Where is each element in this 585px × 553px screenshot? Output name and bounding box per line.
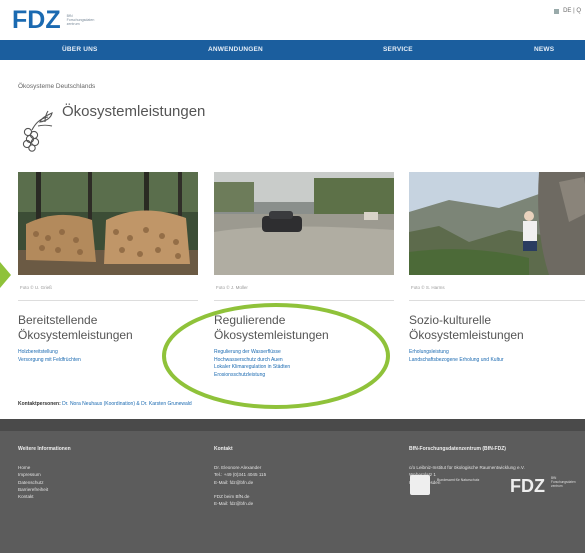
nav-item-ueber-uns[interactable]: ÜBER UNS (62, 40, 98, 60)
photo-caption: Foto © J. Müller (216, 285, 248, 290)
footer-link[interactable]: Impressum (18, 471, 48, 478)
photo-caption: Foto © S. Harms (411, 285, 445, 290)
footer-heading: Kontakt (214, 446, 233, 452)
top-bar: FDZ BfN Forschungsdaten zentrum DE | Q (0, 0, 585, 40)
divider (409, 300, 585, 301)
nav-item-service[interactable]: SERVICE (383, 40, 413, 60)
canyon-people-photo[interactable] (409, 172, 585, 275)
title-line: Ökosystemleistungen (409, 328, 524, 342)
service-link-list: Holzbereitstellung Versorgung mit Feldfr… (18, 349, 81, 364)
footer-link[interactable]: Barrierefreiheit (18, 486, 48, 493)
category-title-bereitstellende[interactable]: Bereitstellende Ökosystemleistungen (18, 313, 133, 343)
utility-text[interactable]: DE | Q (563, 8, 581, 14)
title-line: Sozio-kulturelle (409, 313, 492, 327)
title-line: Ökosystemleistungen (18, 328, 133, 342)
footer-link-list: Home Impressum Datenschutz Barrierefreih… (18, 464, 48, 500)
logo-subtitle: BfN Forschungsdaten zentrum (66, 13, 95, 27)
footer-link[interactable]: Home (18, 464, 48, 471)
footer-address-line: c/o Leibniz-Institut für ökologische Rau… (409, 465, 525, 470)
footer-contact-list: Dr. Eleonore Alexander Tel.: +49 (0)341 … (214, 464, 266, 508)
highlight-ellipse (162, 303, 390, 409)
footer-contact-line: Dr. Eleonore Alexander (214, 465, 262, 470)
footer-contact-line (214, 486, 266, 493)
photo-caption: Foto © U. Grieß (20, 285, 52, 290)
footer-fdz-logo[interactable]: FDZ (510, 476, 545, 497)
footer (0, 419, 585, 553)
page-title: Ökosystemleistungen (62, 103, 206, 120)
service-link[interactable]: Landschaftsbezogene Erholung und Kultur (409, 357, 504, 365)
firewood-photo[interactable] (18, 172, 198, 275)
footer-contact-line[interactable]: FDZ beim BfN.de (214, 493, 266, 500)
title-line: Bereitstellende (18, 313, 98, 327)
utility-links[interactable]: DE | Q (554, 8, 581, 14)
flood-street-photo[interactable] (214, 172, 394, 275)
footer-logo-subtitle: BfN Forschungsdaten zentrum (551, 476, 576, 488)
category-title-sozio-kulturelle[interactable]: Sozio-kulturelle Ökosystemleistungen (409, 313, 524, 343)
partner-name: Bundesamt für Naturschutz (437, 478, 480, 482)
nav-item-anwendungen[interactable]: ANWENDUNGEN (208, 40, 263, 60)
contact-label: Kontaktpersonen: (18, 401, 61, 407)
nav-item-news[interactable]: NEWS (534, 40, 554, 60)
footer-heading: Weitere Informationen (18, 446, 71, 452)
breadcrumb[interactable]: Ökosysteme Deutschlands (18, 83, 95, 90)
flower-icon (22, 110, 53, 152)
footer-strip (0, 419, 585, 431)
highlight-arrow (0, 262, 11, 288)
service-link[interactable]: Holzbereitstellung (18, 349, 81, 357)
main-navigation: ÜBER UNS ANWENDUNGEN SERVICE NEWS (0, 40, 585, 60)
footer-link[interactable]: Kontakt (18, 493, 48, 500)
service-link[interactable]: Erholungsleistung (409, 349, 504, 357)
footer-heading: BfN-Forschungsdatenzentrum (BfN-FDZ) (409, 446, 506, 452)
fdz-logo[interactable]: FDZ BfN Forschungsdaten zentrum (12, 6, 101, 34)
footer-contact-line[interactable]: E-Mail: fdz@bfn.de (214, 500, 266, 507)
logo-wordmark: FDZ (12, 6, 61, 34)
footer-contact-line: Tel.: +49 (0)341 4045 115 (214, 472, 267, 478)
service-link[interactable]: Versorgung mit Feldfrüchten (18, 357, 81, 365)
partner-logo[interactable] (410, 475, 430, 495)
language-icon[interactable] (554, 8, 560, 14)
footer-contact-line[interactable]: E-Mail: fdz@bfn.de (214, 479, 266, 486)
service-link-list: Erholungsleistung Landschaftsbezogene Er… (409, 349, 504, 364)
footer-link[interactable]: Datenschutz (18, 479, 48, 486)
